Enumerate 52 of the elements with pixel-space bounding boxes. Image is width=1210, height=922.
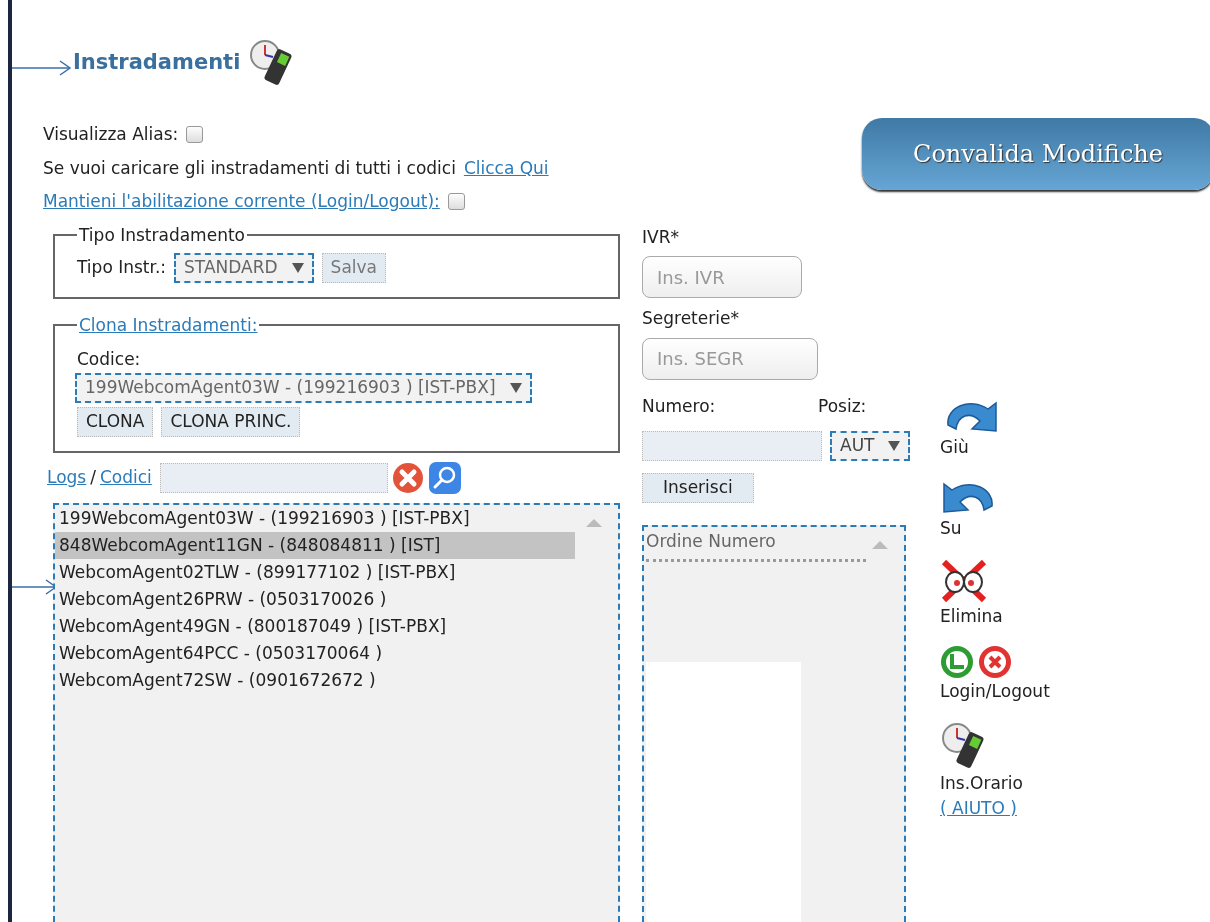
list-item[interactable]: WebcomAgent72SW - (0901672672 ): [55, 666, 575, 694]
page-title: Instradamenti: [73, 49, 241, 77]
action-label: Giù: [940, 435, 969, 459]
code-dropdown[interactable]: 199WebcomAgent03W - (199216903 ) [IST-PBX]: [75, 372, 532, 403]
logs-link[interactable]: Logs: [47, 465, 87, 491]
field-label: Visualizza Alias:: [43, 123, 179, 146]
field-label: Codice:: [77, 348, 142, 372]
codes-link[interactable]: Codici: [99, 465, 152, 491]
insert-button[interactable]: Inserisci: [642, 473, 754, 503]
list-header: Ordine Numero: [645, 530, 777, 553]
list-item[interactable]: WebcomAgent49GN - (800187049 ) [IST-PBX]: [55, 612, 575, 640]
list-item[interactable]: 199WebcomAgent03W - (199216903 ) [IST-PBX]: [55, 504, 575, 532]
crossed-eyes-icon[interactable]: [940, 557, 988, 604]
type-dropdown[interactable]: STANDARD: [174, 252, 314, 283]
field-label: Numero:: [642, 394, 717, 418]
field-label: Segreterie*: [642, 307, 740, 330]
position-dropdown[interactable]: AUT: [830, 431, 911, 461]
field-label: Posiz:: [818, 394, 867, 418]
info-text: Se vuoi caricare gli instradamenti di tutti i codici: [43, 156, 456, 180]
caret-icon: [509, 382, 522, 393]
save-button[interactable]: Salva: [321, 252, 386, 283]
clone-button[interactable]: CLONA: [77, 406, 154, 437]
action-label: Su: [940, 517, 962, 540]
search-icon[interactable]: [427, 460, 462, 495]
clone-link[interactable]: Clona Instradamenti:: [79, 314, 258, 335]
action-label: Elimina: [940, 604, 1003, 628]
action-label: Ins.Orario: [940, 771, 1023, 795]
list-item[interactable]: 848WebcomAgent11GN - (848084811 ) [IST]: [55, 531, 575, 559]
clone-button[interactable]: CLONA PRINC.: [161, 406, 301, 437]
checkbox[interactable]: [186, 126, 204, 144]
field-label: Tipo Instr.:: [77, 256, 167, 280]
voicemail-field[interactable]: Ins. SEGR: [642, 337, 818, 380]
caret-icon: [888, 441, 901, 451]
checkbox[interactable]: [447, 193, 465, 211]
annotation-arrow: [12, 60, 72, 76]
filter-field[interactable]: [159, 462, 388, 493]
list-item[interactable]: WebcomAgent02TLW - (899177102 ) [IST-PBX]: [55, 558, 575, 586]
login-icon[interactable]: [940, 645, 974, 679]
ivr-field[interactable]: Ins. IVR: [642, 256, 802, 298]
fieldset-legend: Tipo Instradamento: [77, 224, 247, 245]
list-item[interactable]: WebcomAgent64PCC - (0503170064 ): [55, 639, 575, 667]
load-all-link[interactable]: Clicca Qui: [463, 155, 549, 181]
clear-icon[interactable]: [391, 461, 424, 494]
logout-icon[interactable]: [978, 645, 1012, 679]
help-link[interactable]: ( AIUTO ): [940, 796, 1017, 822]
field-label: IVR*: [642, 225, 680, 249]
separator-text: /: [90, 466, 96, 490]
number-field[interactable]: [642, 431, 822, 461]
keep-enabled-link[interactable]: Mantieni l'abilitazione corrente (Login/Logout):: [43, 189, 440, 215]
list-item[interactable]: WebcomAgent26PRW - (0503170026 ): [55, 585, 575, 613]
action-label: Login/Logout: [940, 680, 1050, 703]
caret-icon: [291, 262, 304, 273]
